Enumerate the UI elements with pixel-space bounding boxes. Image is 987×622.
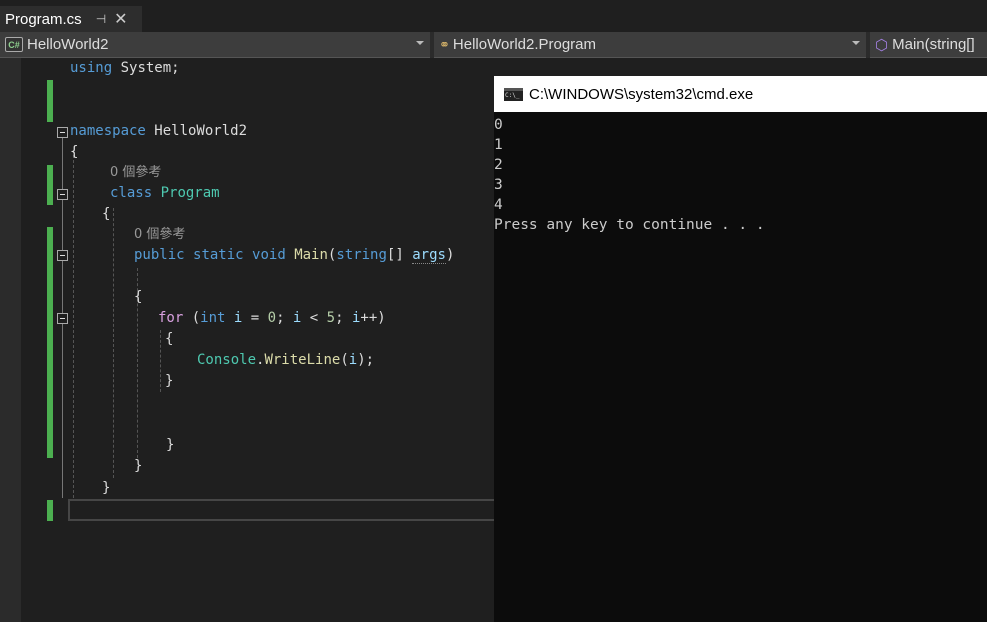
collapse-icon[interactable] [57,127,68,138]
member-dropdown[interactable]: ⬡ Main(string[] [870,32,987,58]
pin-icon[interactable]: ⊣ [96,12,106,26]
chevron-down-icon [852,41,860,45]
cmd-icon: C:\_ [504,87,523,101]
indent-guide [113,208,114,478]
console-line: 3 [494,177,503,193]
console-title-bar[interactable]: C:\_ C:\WINDOWS\system32\cmd.exe [494,76,987,112]
console-line: 4 [494,197,503,213]
code-line-brace: } [134,458,143,474]
method-cube-icon: ⬡ [875,36,889,54]
code-line-main: public static void Main(string[] args) [134,247,455,264]
navigation-bar: C# HelloWorld2 ⚭ HelloWorld2.Program ⬡ M… [0,32,987,58]
code-line-console: Console.WriteLine(i); [197,352,375,368]
project-dropdown[interactable]: C# HelloWorld2 [0,32,430,58]
console-title: C:\WINDOWS\system32\cmd.exe [529,85,754,103]
code-line-brace: { [165,331,174,347]
code-line-brace: { [70,144,79,160]
project-label: HelloWorld2 [27,36,109,53]
code-line-using: using System; [70,60,180,76]
code-line-brace: { [134,289,143,305]
member-label: Main(string[] [892,36,975,53]
collapse-icon[interactable] [57,189,68,200]
chevron-down-icon [416,41,424,45]
code-line-brace: } [102,480,111,496]
console-window[interactable]: C:\_ C:\WINDOWS\system32\cmd.exe 0 1 2 3… [494,76,987,622]
class-dropdown[interactable]: ⚭ HelloWorld2.Program [434,32,866,58]
codelens-references[interactable]: 0 個參考 [134,225,185,245]
change-indicator [47,165,53,205]
code-line-for: for (int i = 0; i < 5; i++) [158,310,386,326]
editor-gutter [0,58,21,622]
document-tab-bar: Program.cs ⊣ ✕ [0,0,987,32]
code-line-brace: } [166,437,175,453]
console-line: 2 [494,157,503,173]
console-line: Press any key to continue . . . [494,217,765,233]
class-icon: ⚭ [439,36,450,52]
change-indicator [47,500,53,521]
class-label: HelloWorld2.Program [452,36,597,53]
code-line-class: class Program [110,185,220,201]
change-indicator [47,80,53,122]
console-output: 0 1 2 3 4 Press any key to continue . . … [494,112,987,235]
codelens-references[interactable]: 0 個參考 [110,163,161,183]
code-line-brace: } [165,373,174,389]
console-line: 0 [494,117,503,133]
close-icon[interactable]: ✕ [114,9,127,29]
change-indicator [47,227,53,458]
code-line-namespace: namespace HelloWorld2 [70,123,248,139]
console-line: 1 [494,137,503,153]
collapse-icon[interactable] [57,250,68,261]
indent-guide [160,330,161,392]
code-line-brace: { [102,206,111,222]
csharp-project-icon: C# [5,37,23,52]
current-line-highlight [68,499,494,521]
collapse-icon[interactable] [57,313,68,324]
tab-title: Program.cs [5,10,82,28]
indent-guide [73,150,74,498]
tab-program-cs[interactable]: Program.cs ⊣ ✕ [0,6,142,32]
